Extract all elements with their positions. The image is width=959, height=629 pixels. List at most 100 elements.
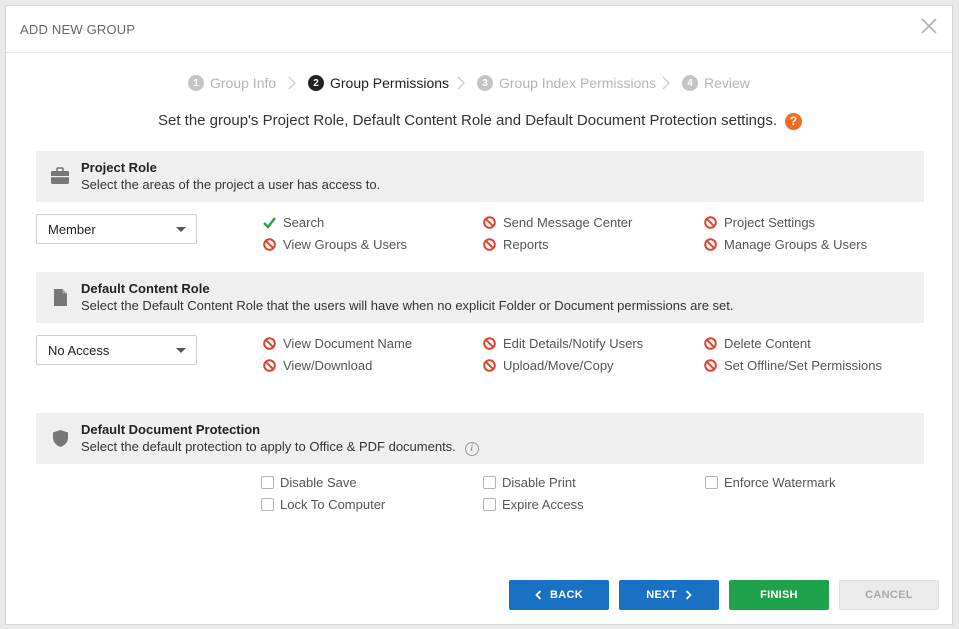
back-button[interactable]: BACK <box>509 580 609 610</box>
content-role-header: Default Content Role Select the Default … <box>36 272 924 323</box>
section-subtitle: Select the areas of the project a user h… <box>81 177 381 192</box>
permission-label: View Document Name <box>283 336 413 351</box>
enforce-watermark-checkbox[interactable]: Enforce Watermark <box>705 475 836 490</box>
permission-label: Set Offline/Set Permissions <box>724 358 882 373</box>
step-number: 1 <box>188 75 204 91</box>
checkbox-label: Disable Print <box>502 475 576 490</box>
document-icon <box>54 289 67 306</box>
disable-print-checkbox[interactable]: Disable Print <box>483 475 576 490</box>
permission-item: Search <box>263 215 324 230</box>
modal-header: ADD NEW GROUP <box>6 6 952 53</box>
deny-icon <box>704 337 717 350</box>
permission-item: Set Offline/Set Permissions <box>704 358 882 373</box>
deny-icon <box>263 337 276 350</box>
section-title: Project Role <box>81 160 157 175</box>
permission-label: View Groups & Users <box>283 237 408 252</box>
finish-button-label: FINISH <box>760 589 798 601</box>
section-title: Default Document Protection <box>81 422 261 437</box>
instruction-text: Set the group's Project Role, Default Co… <box>157 112 778 129</box>
project-role-select[interactable]: Member <box>36 214 197 244</box>
content-role-select[interactable]: No Access <box>36 335 197 365</box>
cancel-button-label: CANCEL <box>865 589 913 601</box>
permission-item: Project Settings <box>704 215 815 230</box>
deny-icon <box>483 359 496 372</box>
step-number: 2 <box>308 75 324 91</box>
permission-label: Search <box>283 215 325 230</box>
permission-item: Manage Groups & Users <box>704 237 867 252</box>
cancel-button[interactable]: CANCEL <box>839 580 939 610</box>
permission-label: Reports <box>503 237 549 252</box>
permission-item: Send Message Center <box>483 215 632 230</box>
permission-label: Send Message Center <box>503 215 633 230</box>
permission-item: View Groups & Users <box>263 237 407 252</box>
checkbox-box[interactable] <box>483 498 496 511</box>
permission-item: View/Download <box>263 358 372 373</box>
permission-label: Manage Groups & Users <box>724 237 868 252</box>
lock-to-computer-checkbox[interactable]: Lock To Computer <box>261 497 385 512</box>
checkbox-label: Expire Access <box>502 497 584 512</box>
permission-label: View/Download <box>283 358 373 373</box>
caret-down-icon <box>176 348 186 353</box>
shield-icon <box>53 430 68 447</box>
step-group-info[interactable]: 1 Group Info <box>188 73 276 93</box>
checkbox-box[interactable] <box>705 476 718 489</box>
section-title: Default Content Role <box>81 281 210 296</box>
step-label: Group Permissions <box>330 75 450 91</box>
step-group-index-permissions[interactable]: 3 Group Index Permissions <box>477 73 656 93</box>
step-review[interactable]: 4 Review <box>682 73 750 93</box>
chevron-left-icon <box>535 590 542 600</box>
expire-access-checkbox[interactable]: Expire Access <box>483 497 584 512</box>
checkbox-box[interactable] <box>261 476 274 489</box>
instruction-line: Set the group's Project Role, Default Co… <box>6 112 954 130</box>
chevron-right-icon <box>457 76 465 90</box>
info-icon[interactable]: i <box>464 442 479 456</box>
check-icon <box>263 217 276 229</box>
section-subtitle: Select the default protection to apply t… <box>81 439 456 454</box>
step-label: Review <box>704 75 750 91</box>
step-label: Group Info <box>210 75 277 91</box>
caret-down-icon <box>176 227 186 232</box>
deny-icon <box>704 216 717 229</box>
briefcase-icon <box>51 167 69 184</box>
add-group-dialog: ADD NEW GROUP 1 Group Info 2 Group Permi… <box>5 5 953 625</box>
checkbox-box[interactable] <box>483 476 496 489</box>
next-button[interactable]: NEXT <box>619 580 719 610</box>
step-label: Group Index Permissions <box>499 75 657 91</box>
help-icon[interactable]: ? <box>785 113 803 130</box>
checkbox-label: Lock To Computer <box>280 497 386 512</box>
protection-header: Default Document Protection Select the d… <box>36 413 924 464</box>
deny-icon <box>483 337 496 350</box>
section-subtitle: Select the Default Content Role that the… <box>81 298 734 313</box>
select-value: Member <box>48 222 96 237</box>
deny-icon <box>704 359 717 372</box>
step-group-permissions[interactable]: 2 Group Permissions <box>308 73 449 93</box>
back-button-label: BACK <box>550 589 583 601</box>
select-value: No Access <box>48 343 110 358</box>
disable-save-checkbox[interactable]: Disable Save <box>261 475 357 490</box>
step-number: 3 <box>477 75 493 91</box>
checkbox-label: Disable Save <box>280 475 357 490</box>
permission-item: View Document Name <box>263 336 412 351</box>
permission-label: Upload/Move/Copy <box>503 358 614 373</box>
finish-button[interactable]: FINISH <box>729 580 829 610</box>
close-icon[interactable] <box>918 15 940 37</box>
deny-icon <box>263 359 276 372</box>
deny-icon <box>483 238 496 251</box>
deny-icon <box>263 238 276 251</box>
wizard-steps: 1 Group Info 2 Group Permissions 3 Group… <box>6 73 952 93</box>
permission-item: Delete Content <box>704 336 811 351</box>
deny-icon <box>483 216 496 229</box>
project-role-header: Project Role Select the areas of the pro… <box>36 151 924 202</box>
permission-item: Reports <box>483 237 549 252</box>
section-subtitle-row: Select the default protection to apply t… <box>81 439 479 456</box>
chevron-right-icon <box>288 76 296 90</box>
chevron-right-icon <box>662 76 670 90</box>
chevron-right-icon <box>685 590 692 600</box>
permission-label: Project Settings <box>724 215 816 230</box>
modal-title: ADD NEW GROUP <box>20 22 136 37</box>
step-number: 4 <box>682 75 698 91</box>
permission-label: Edit Details/Notify Users <box>503 336 644 351</box>
permission-label: Delete Content <box>724 336 811 351</box>
permission-item: Upload/Move/Copy <box>483 358 614 373</box>
checkbox-box[interactable] <box>261 498 274 511</box>
